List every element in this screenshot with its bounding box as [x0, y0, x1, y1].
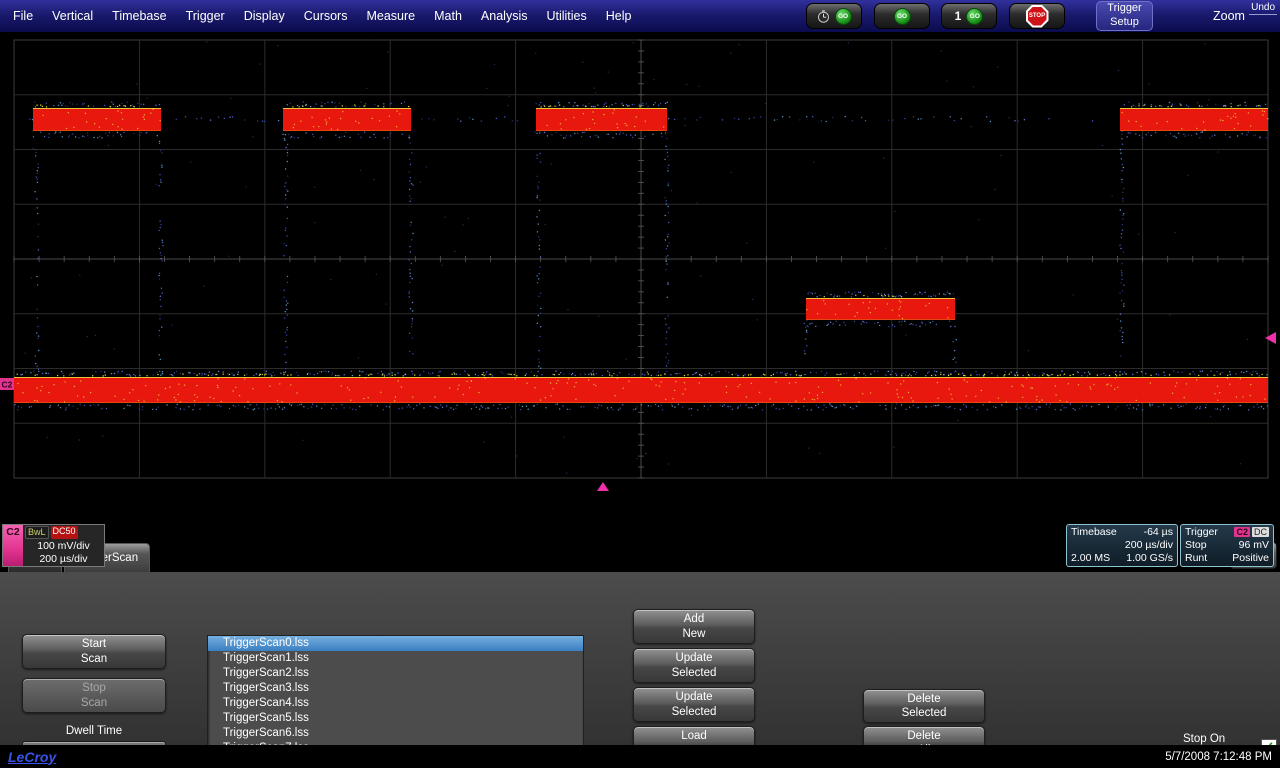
go-icon: GO: [894, 8, 911, 25]
trigger-source-badge: C2: [1234, 527, 1250, 537]
undo-button[interactable]: Undo: [1249, 2, 1277, 15]
menu-bar: File Vertical Timebase Trigger Display Cursor…: [0, 0, 1280, 32]
go-icon: GO: [835, 8, 852, 25]
update-selected-button-1[interactable]: Update Selected: [633, 648, 755, 683]
list-item[interactable]: TriggerScan1.lss: [208, 651, 583, 666]
single-trigger-button[interactable]: 1 GO: [941, 3, 997, 29]
update-selected-button-2[interactable]: Update Selected: [633, 687, 755, 722]
channel-c2-hscale: 200 µs/div: [25, 553, 102, 566]
oscilloscope-screen: File Vertical Timebase Trigger Display Cursor…: [0, 0, 1280, 768]
trigger-polarity: Positive: [1232, 552, 1269, 565]
menu-item-timebase[interactable]: Timebase: [109, 7, 169, 25]
timebase-samples: 2.00 MS: [1071, 552, 1110, 565]
list-item[interactable]: TriggerScan6.lss: [208, 726, 583, 741]
channel-c2-color-strip: C2: [3, 525, 23, 566]
start-scan-button[interactable]: Start Scan: [22, 634, 166, 669]
timer-icon: [817, 10, 830, 23]
trigger-descriptor[interactable]: Trigger C2DC Stop 96 mV Runt Positive: [1180, 524, 1274, 567]
channel-c2-descriptor[interactable]: C2 BwL DC50 100 mV/div 200 µs/div: [2, 524, 105, 567]
timebase-title: Timebase: [1071, 526, 1117, 539]
menu-item-measure[interactable]: Measure: [363, 7, 418, 25]
list-item[interactable]: TriggerScan2.lss: [208, 666, 583, 681]
trigger-level: 96 mV: [1239, 539, 1269, 552]
add-new-button[interactable]: Add New: [633, 609, 755, 644]
trigger-coupling-badge: DC: [1252, 527, 1269, 537]
svg-text:C2: C2: [2, 380, 13, 390]
dwell-time-label: Dwell Time: [22, 725, 166, 737]
status-bar: LeCroy 5/7/2008 7:12:48 PM: [0, 745, 1280, 768]
menu-item-display[interactable]: Display: [241, 7, 288, 25]
menu-item-utilities[interactable]: Utilities: [543, 7, 589, 25]
menu-item-zoom[interactable]: Zoom: [1213, 9, 1245, 23]
stop-sign-icon: STOP: [1026, 5, 1049, 28]
scope-canvas: C2: [0, 32, 1280, 542]
menu-item-file[interactable]: File: [10, 7, 36, 25]
channel-c2-vscale: 100 mV/div: [25, 540, 102, 553]
waveform-display: C2 C2 BwL DC50 100 mV/div 200 µs/div Tim…: [0, 32, 1280, 542]
timebase-scale: 200 µs/div: [1125, 539, 1173, 552]
bandwidth-limit-badge: BwL: [25, 526, 49, 539]
menu-item-math[interactable]: Math: [431, 7, 465, 25]
triggerscan-dialog: Trigger TriggerScan Close Start Scan Sto…: [0, 540, 1280, 745]
timebase-descriptor[interactable]: Timebase -64 µs 200 µs/div 2.00 MS 1.00 …: [1066, 524, 1178, 567]
dialog-body: Start Scan Stop Scan Dwell Time 1.0 s Tr…: [0, 572, 1280, 745]
menu-item-vertical[interactable]: Vertical: [49, 7, 96, 25]
menu-item-help[interactable]: Help: [603, 7, 635, 25]
timebase-rate: 1.00 GS/s: [1126, 552, 1173, 565]
trigger-title: Trigger: [1185, 526, 1218, 539]
list-item[interactable]: TriggerScan5.lss: [208, 711, 583, 726]
normal-trigger-button[interactable]: GO: [874, 3, 930, 29]
trigger-mode: Stop: [1185, 539, 1207, 552]
channel-c2-label: C2: [6, 526, 19, 538]
list-item[interactable]: TriggerScan4.lss: [208, 696, 583, 711]
list-item[interactable]: TriggerScan3.lss: [208, 681, 583, 696]
timebase-delay: -64 µs: [1144, 526, 1173, 539]
trigger-setup-button[interactable]: Trigger Setup: [1096, 1, 1153, 31]
menu-item-trigger[interactable]: Trigger: [183, 7, 228, 25]
auto-trigger-button[interactable]: GO: [806, 3, 862, 29]
delete-selected-button[interactable]: Delete Selected: [863, 689, 985, 723]
stop-trigger-button[interactable]: STOP: [1009, 3, 1065, 29]
list-item[interactable]: TriggerScan0.lss: [208, 636, 583, 651]
coupling-badge: DC50: [51, 526, 78, 539]
menu-bar-items: File Vertical Timebase Trigger Display Cursor…: [10, 0, 634, 32]
trigger-type: Runt: [1185, 552, 1207, 565]
menu-item-cursors[interactable]: Cursors: [301, 7, 351, 25]
datetime-label: 5/7/2008 7:12:48 PM: [1165, 751, 1272, 763]
go-icon: GO: [966, 8, 983, 25]
menu-item-analysis[interactable]: Analysis: [478, 7, 531, 25]
stop-scan-button[interactable]: Stop Scan: [22, 678, 166, 713]
lecroy-logo[interactable]: LeCroy: [8, 749, 56, 765]
single-count-label: 1: [955, 9, 962, 23]
